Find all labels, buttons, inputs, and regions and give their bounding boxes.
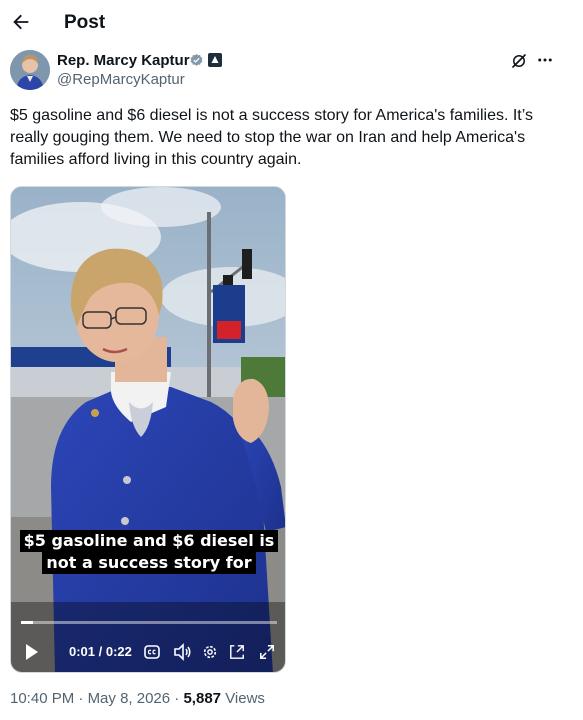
caption-line-1: $5 gasoline and $6 diesel is (19, 530, 279, 552)
views-count: 5,887 (183, 690, 222, 707)
meta-separator-1: · (78, 690, 88, 707)
play-icon[interactable] (25, 643, 39, 661)
more-icon[interactable] (535, 51, 555, 69)
captions-icon[interactable] (144, 643, 160, 661)
fullscreen-icon[interactable] (259, 643, 275, 661)
avatar[interactable] (10, 50, 50, 90)
caption-line-2: not a success story for (42, 552, 256, 574)
views-label: Views (225, 690, 265, 707)
author-handle[interactable]: @RepMarcyKaptur (57, 71, 185, 88)
video-time: 0:01 / 0:22 (69, 644, 132, 659)
government-badge-icon (208, 53, 222, 67)
video-player[interactable]: $5 gasoline and $6 diesel is not a succe… (10, 186, 286, 673)
verified-badge-icon (190, 53, 203, 66)
video-frame (11, 187, 285, 672)
tweet-text: $5 gasoline and $6 diesel is not a succe… (10, 107, 534, 168)
author-name[interactable]: Rep. Marcy Kaptur (57, 52, 190, 69)
video-progress-bar[interactable] (21, 621, 277, 624)
video-caption: $5 gasoline and $6 diesel is not a succe… (11, 530, 285, 574)
volume-icon[interactable] (173, 643, 191, 661)
grok-icon[interactable] (510, 52, 528, 70)
page-title: Post (64, 12, 106, 33)
page-header: Post (0, 0, 583, 48)
post-date[interactable]: May 8, 2026 (88, 690, 171, 707)
arrow-left-icon[interactable] (10, 10, 32, 34)
post-time[interactable]: 10:40 PM (10, 690, 74, 707)
post-meta: 10:40 PM · May 8, 2026 · 5,887 Views (10, 690, 265, 707)
picture-in-picture-icon[interactable] (229, 643, 245, 661)
settings-icon[interactable] (202, 643, 218, 661)
video-progress-fill (21, 621, 33, 624)
